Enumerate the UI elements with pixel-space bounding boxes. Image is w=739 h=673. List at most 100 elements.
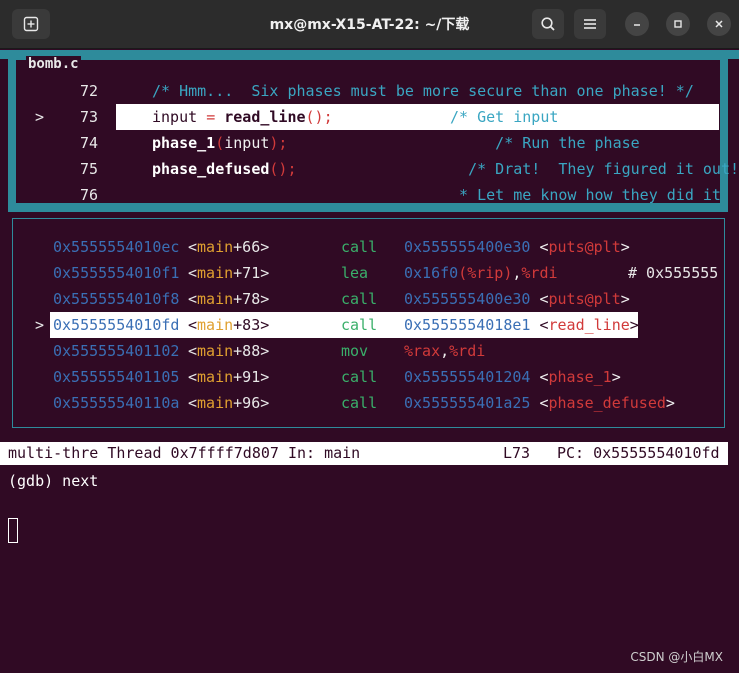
instruction-symbol: <main+71>: [188, 264, 270, 282]
operand-token: phase_defused: [548, 394, 666, 412]
source-line: 72 /* Hmm... Six phases must be more secu…: [0, 78, 739, 104]
operand-token: <: [539, 316, 549, 334]
watermark: CSDN @小白MX: [630, 650, 723, 664]
line-number: 75: [80, 160, 99, 178]
current-line-marker: >: [35, 108, 45, 126]
code-token: ();: [269, 160, 297, 178]
operand-token: 0x555555401a25: [404, 394, 540, 412]
code-token: ();: [305, 108, 333, 126]
source-code: * Let me know how they did it: [152, 182, 721, 208]
operand-token: <: [539, 238, 549, 256]
instruction-opcode: call: [341, 290, 378, 308]
operand-token: 0x555555400e30: [404, 290, 540, 308]
line-number: 72: [80, 82, 99, 100]
operand-token: ,: [440, 342, 450, 360]
close-button[interactable]: [707, 12, 731, 36]
code-token: input: [224, 134, 270, 152]
instruction-symbol: <main+91>: [188, 368, 270, 386]
code-token: * Let me know how they did it: [152, 186, 721, 204]
operand-token: <: [539, 394, 549, 412]
instruction-symbol: <main+78>: [188, 290, 270, 308]
code-token: phase_1: [152, 134, 216, 152]
source-panel-top-border: [0, 50, 739, 59]
instruction-address: 0x5555554010ec: [53, 238, 180, 256]
code-token: /* Hmm... Six phases must be more secure…: [152, 82, 694, 100]
assembly-line: 0x555555401105 <main+91> call 0x55555540120…: [0, 364, 739, 390]
instruction-symbol: <main+66>: [188, 238, 270, 256]
search-icon: [541, 17, 555, 31]
maximize-icon: [674, 20, 682, 28]
instruction-address: 0x555555401102: [53, 342, 180, 360]
assembly-line: 0x5555554010f8 <main+78> call 0x555555400e3…: [0, 286, 739, 312]
source-line: 76 * Let me know how they did it: [0, 182, 739, 208]
code-token: =: [206, 108, 225, 126]
source-code: phase_1(input); /* Run the phase: [152, 130, 640, 156]
code-token: read_line: [224, 108, 306, 126]
assembly-line: 0x55555540110a <main+96> call 0x555555401a2…: [0, 390, 739, 416]
instruction-symbol: <main+83>: [188, 316, 270, 334]
instruction-operands: 0x555555401a25 <phase_defused>: [404, 390, 675, 416]
search-button[interactable]: [532, 9, 564, 39]
source-filename: bomb.c: [26, 56, 81, 72]
instruction-operands: %rax,%rdi: [404, 338, 485, 364]
instruction-address: 0x555555401105: [53, 368, 180, 386]
gdb-command-line: (gdb) next: [8, 472, 99, 490]
operand-token: puts@plt: [548, 238, 621, 256]
operand-token: >: [620, 290, 630, 308]
terminal-cursor[interactable]: [8, 518, 18, 543]
instruction-operands: 0x555555401204 <phase_1>: [404, 364, 621, 390]
operand-token: >: [629, 316, 639, 334]
source-code: input = read_line(); /* Get input: [152, 104, 558, 130]
instruction-address: 0x55555540110a: [53, 394, 180, 412]
maximize-button[interactable]: [666, 12, 690, 36]
status-pc: PC: 0x5555554010fd: [557, 444, 720, 462]
instruction-opcode: call: [341, 238, 378, 256]
close-icon: [715, 20, 723, 28]
operand-token: %rdi: [521, 264, 558, 282]
instruction-opcode: mov: [341, 342, 369, 360]
instruction-address: 0x5555554010f8: [53, 290, 180, 308]
instruction-opcode: call: [341, 368, 378, 386]
line-number: 74: [80, 134, 99, 152]
minimize-button[interactable]: [625, 12, 649, 36]
code-token: );: [269, 134, 288, 152]
operand-token: 0x16f0: [404, 264, 459, 282]
source-code: phase_defused(); /* Drat! They figured i…: [152, 156, 739, 182]
code-token: /* Get input: [332, 108, 559, 126]
menu-button[interactable]: [574, 9, 606, 39]
status-bar: multi-thre Thread 0x7ffff7d807 In: main …: [0, 442, 728, 465]
source-line: 74 phase_1(input); /* Run the phase: [0, 130, 739, 156]
source-line: >73 input = read_line(); /* Get input: [0, 104, 739, 130]
terminal-window: mx@mx-X15-AT-22: ~/下载 bomb.c 72 /* Hmm..…: [0, 0, 739, 673]
current-instruction-marker: >: [35, 316, 45, 334]
operand-token: (%rip): [458, 264, 513, 282]
instruction-operands: 0x16f0(%rip),%rdi: [404, 260, 558, 286]
hamburger-menu-icon: [584, 19, 596, 29]
code-token: input: [152, 108, 207, 126]
line-number: 73: [80, 108, 99, 126]
operand-token: %rax: [404, 342, 441, 360]
source-line: 75 phase_defused(); /* Drat! They figured…: [0, 156, 739, 182]
assembly-line: >0x5555554010fd <main+83> call 0x5555554018…: [0, 312, 739, 338]
operand-token: %rdi: [449, 342, 486, 360]
operand-token: 0x555555401204: [404, 368, 540, 386]
assembly-line: 0x555555401102 <main+88> mov %rax,%rdi: [0, 338, 739, 364]
instruction-operands: 0x5555554018e1 <read_line>: [404, 312, 639, 338]
operand-token: >: [611, 368, 621, 386]
assembly-line: 0x5555554010f1 <main+71> lea 0x16f0(%rip),%…: [0, 260, 739, 286]
instruction-symbol: <main+88>: [188, 342, 270, 360]
operand-token: puts@plt: [548, 290, 621, 308]
source-code: /* Hmm... Six phases must be more secure…: [152, 78, 694, 104]
operand-token: 0x555555400e30: [404, 238, 540, 256]
code-token: /* Drat! They figured it out!: [296, 160, 739, 178]
operand-token: phase_1: [548, 368, 612, 386]
assembly-line: 0x5555554010ec <main+66> call 0x555555400e3…: [0, 234, 739, 260]
operand-token: <: [539, 368, 549, 386]
title-bar: mx@mx-X15-AT-22: ~/下载: [0, 0, 739, 49]
code-token: phase_defused: [152, 160, 270, 178]
operand-token: <: [539, 290, 549, 308]
minimize-icon: [634, 24, 640, 26]
operand-token: >: [620, 238, 630, 256]
status-thread: multi-thre Thread 0x7ffff7d807 In: main: [8, 444, 361, 462]
instruction-operands: 0x555555400e30 <puts@plt>: [404, 286, 630, 312]
